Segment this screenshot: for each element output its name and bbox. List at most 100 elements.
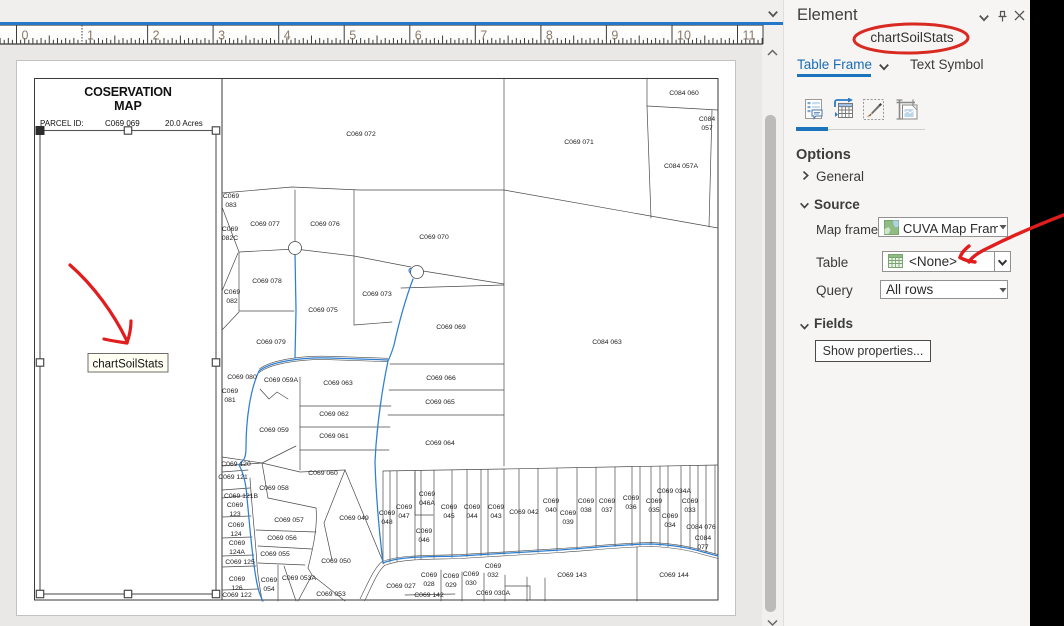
svg-text:C069 069: C069 069 (436, 324, 466, 331)
svg-text:C069 042: C069 042 (509, 509, 539, 516)
svg-text:054: 054 (263, 586, 275, 593)
svg-text:C069 055: C069 055 (260, 551, 290, 558)
svg-text:C084 063: C084 063 (592, 339, 622, 346)
svg-text:C069: C069 (599, 498, 615, 505)
svg-text:C069 142: C069 142 (414, 592, 444, 599)
svg-text:C069: C069 (229, 540, 245, 547)
svg-text:030: 030 (465, 580, 477, 587)
svg-text:C069: C069 (222, 388, 238, 395)
svg-text:C069: C069 (463, 571, 479, 578)
svg-text:C084: C084 (699, 116, 715, 123)
svg-text:036: 036 (625, 504, 637, 511)
svg-text:C069: C069 (227, 502, 243, 509)
svg-text:C069: C069 (229, 576, 245, 583)
svg-text:C069 078: C069 078 (252, 278, 282, 285)
svg-text:C069 062: C069 062 (319, 411, 349, 418)
svg-text:C069 073: C069 073 (362, 291, 392, 298)
svg-text:C084 060: C084 060 (669, 90, 699, 97)
svg-text:C069: C069 (416, 528, 432, 535)
svg-text:040: 040 (545, 507, 557, 514)
svg-text:chartSoilStats: chartSoilStats (93, 359, 164, 371)
svg-text:083: 083 (225, 202, 237, 209)
svg-text:C069 070: C069 070 (419, 234, 449, 241)
svg-text:C084 057A: C084 057A (664, 163, 698, 170)
svg-text:C069 122: C069 122 (222, 592, 252, 599)
svg-text:PARCEL ID:: PARCEL ID: (40, 119, 84, 128)
svg-text:MAP: MAP (114, 99, 142, 113)
svg-text:C069 125: C069 125 (225, 559, 255, 566)
svg-text:C069: C069 (543, 498, 559, 505)
svg-text:C069 077: C069 077 (250, 221, 280, 228)
svg-text:C069 034A: C069 034A (657, 488, 691, 495)
svg-text:C069: C069 (464, 504, 480, 511)
svg-text:C069 120: C069 120 (221, 461, 251, 468)
svg-text:C069: C069 (441, 504, 457, 511)
svg-text:C069 053A: C069 053A (282, 575, 316, 582)
svg-text:043: 043 (490, 513, 502, 520)
svg-text:C069: C069 (488, 504, 504, 511)
svg-text:C069 050: C069 050 (321, 558, 351, 565)
svg-text:C069: C069 (222, 226, 238, 233)
svg-text:C069: C069 (261, 577, 277, 584)
svg-text:C069 080: C069 080 (227, 374, 257, 381)
svg-text:C069 079: C069 079 (256, 339, 286, 346)
svg-text:C069 065: C069 065 (425, 399, 455, 406)
svg-text:C069: C069 (682, 498, 698, 505)
svg-text:029: 029 (445, 582, 457, 589)
svg-text:C069: C069 (443, 573, 459, 580)
svg-text:C069: C069 (662, 513, 678, 520)
svg-text:C069 056: C069 056 (267, 535, 297, 542)
svg-text:034: 034 (664, 522, 676, 529)
svg-text:C069 066: C069 066 (426, 375, 456, 382)
svg-text:C069 060: C069 060 (308, 470, 338, 477)
svg-text:035: 035 (648, 507, 660, 514)
svg-text:126: 126 (231, 585, 243, 592)
svg-text:039: 039 (562, 519, 574, 526)
svg-text:044: 044 (466, 513, 478, 520)
svg-text:C069: C069 (578, 498, 594, 505)
svg-text:028: 028 (423, 581, 435, 588)
svg-text:045: 045 (443, 513, 455, 520)
svg-text:C069 058: C069 058 (259, 485, 289, 492)
svg-text:C069: C069 (560, 510, 576, 517)
svg-text:033: 033 (684, 507, 696, 514)
svg-text:046A: 046A (419, 500, 435, 507)
svg-text:124A: 124A (229, 549, 245, 556)
svg-text:C069: C069 (228, 522, 244, 529)
svg-text:C069 053: C069 053 (316, 591, 346, 598)
svg-text:047: 047 (398, 513, 410, 520)
svg-text:C069 144: C069 144 (659, 572, 689, 579)
svg-text:C069: C069 (623, 495, 639, 502)
svg-text:C069: C069 (224, 289, 240, 296)
svg-text:123: 123 (229, 511, 241, 518)
svg-text:081: 081 (224, 397, 236, 404)
svg-text:057: 057 (701, 125, 713, 132)
svg-text:C069 121: C069 121 (218, 474, 248, 481)
svg-text:124: 124 (230, 531, 242, 538)
svg-text:C069 030A: C069 030A (476, 590, 510, 597)
svg-text:C069: C069 (379, 510, 395, 517)
svg-text:C069: C069 (421, 572, 437, 579)
svg-text:C069 027: C069 027 (386, 583, 416, 590)
svg-text:C084: C084 (695, 535, 711, 542)
svg-text:C069 059A: C069 059A (264, 377, 298, 384)
svg-text:038: 038 (580, 507, 592, 514)
svg-text:C069: C069 (646, 498, 662, 505)
svg-text:C069 072: C069 072 (346, 131, 376, 138)
svg-text:COSERVATION: COSERVATION (84, 85, 172, 99)
svg-text:C069 069: C069 069 (105, 119, 140, 128)
svg-text:082C: 082C (222, 235, 238, 242)
svg-text:C069 057: C069 057 (274, 517, 304, 524)
svg-text:20.0 Acres: 20.0 Acres (165, 119, 203, 128)
svg-text:C069: C069 (485, 563, 501, 570)
svg-text:C069: C069 (419, 491, 435, 498)
svg-text:C069 071: C069 071 (564, 139, 594, 146)
svg-text:082: 082 (226, 298, 238, 305)
svg-text:046: 046 (418, 537, 430, 544)
svg-text:C069 076: C069 076 (310, 221, 340, 228)
svg-text:077: 077 (697, 544, 709, 551)
svg-text:C069 063: C069 063 (323, 380, 353, 387)
svg-text:C069 121B: C069 121B (224, 493, 258, 500)
svg-text:C069 049: C069 049 (339, 515, 369, 522)
svg-text:C069 075: C069 075 (308, 307, 338, 314)
